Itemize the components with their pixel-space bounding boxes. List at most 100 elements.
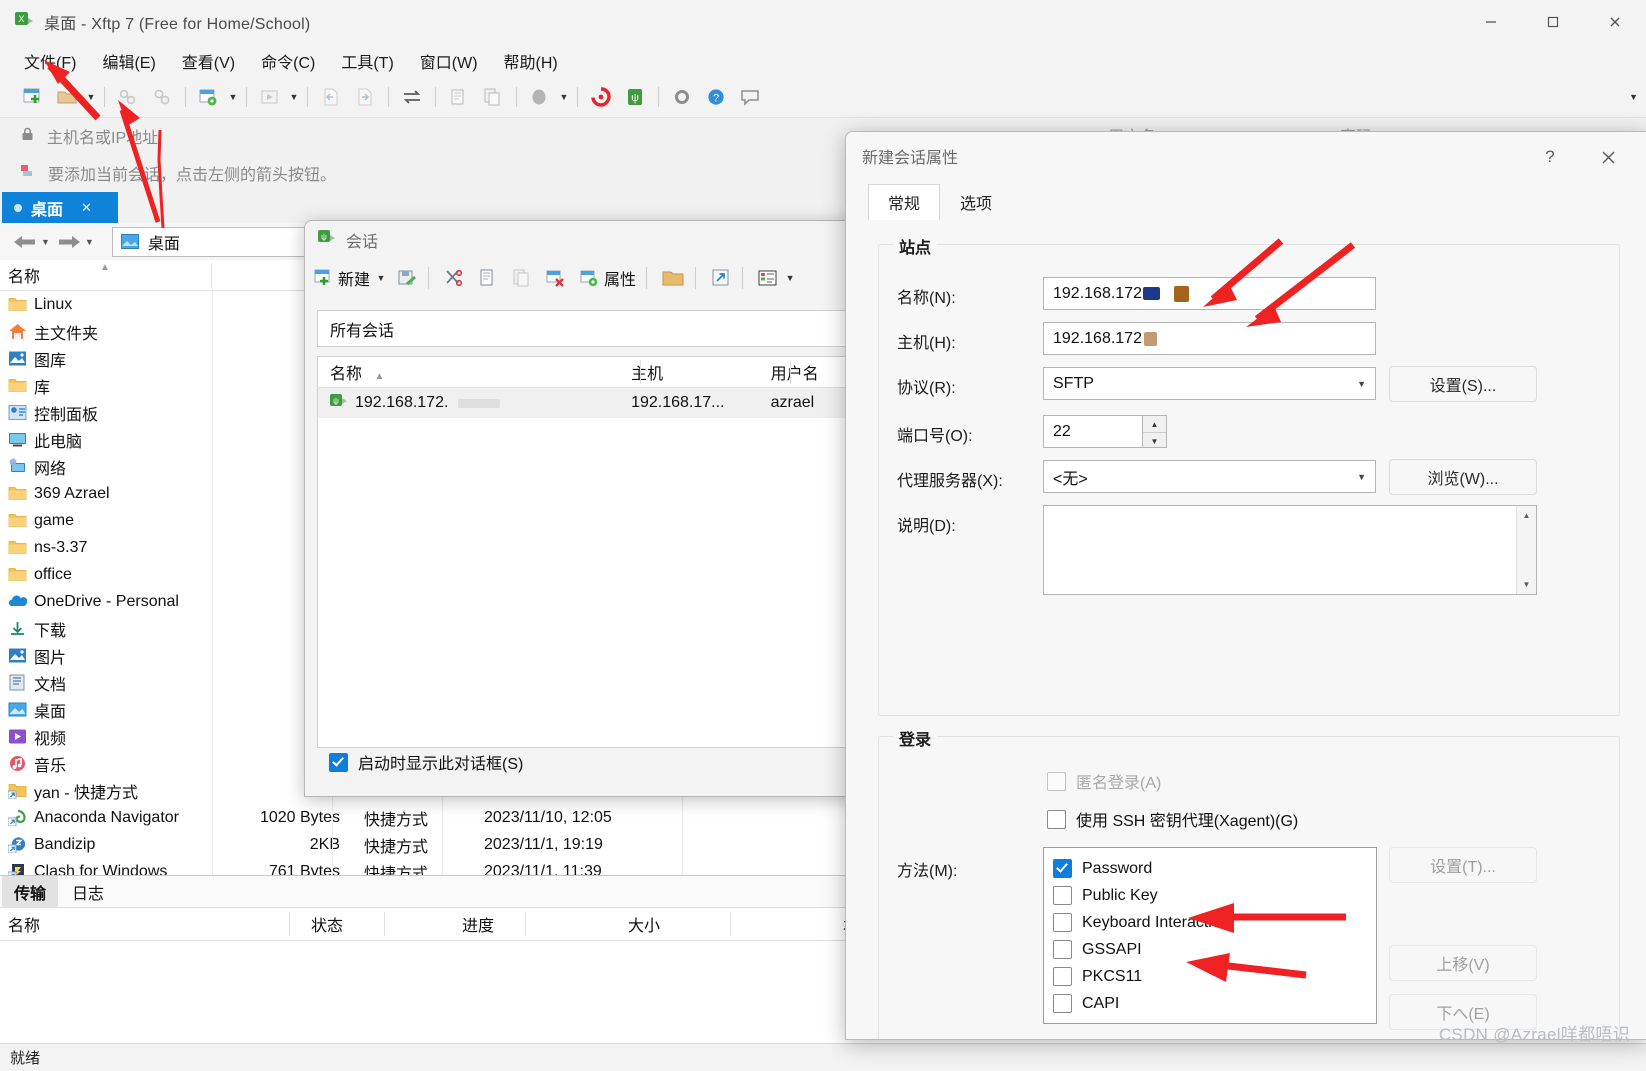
transfer-column-name[interactable]: 名称	[0, 912, 297, 936]
host-label: 主机(H):	[897, 335, 956, 352]
login-group-title: 登录	[893, 726, 938, 750]
copy-session-button[interactable]	[473, 263, 503, 293]
method-publickey-checkbox-icon[interactable]	[1053, 886, 1072, 905]
method-capi-checkbox-icon[interactable]	[1053, 994, 1072, 1013]
tab-desktop[interactable]: 桌面 ✕	[2, 192, 118, 223]
chevron-down-icon[interactable]: ▼	[1357, 379, 1366, 389]
name-input[interactable]: 192.168.172	[1043, 277, 1376, 310]
new-session-chevron-icon[interactable]: ▼	[374, 264, 388, 292]
transfer-column-progress[interactable]: 进度	[406, 912, 603, 936]
xagent-checkbox[interactable]: 使用 SSH 密钥代理(Xagent)(G)	[1047, 807, 1298, 831]
method-item-publickey[interactable]: Public Key	[1044, 882, 1376, 909]
method-pkcs11-checkbox-icon[interactable]	[1053, 967, 1072, 986]
forward-button[interactable]	[56, 233, 82, 251]
tab-transfer[interactable]: 传输	[2, 875, 59, 908]
transfer-column-status[interactable]: 状态	[297, 912, 406, 936]
tab-log[interactable]: 日志	[60, 876, 116, 908]
scroll-down-icon[interactable]: ▼	[1517, 575, 1536, 594]
tab-options[interactable]: 选项	[940, 184, 1012, 220]
session-column-user[interactable]: 用户名	[767, 360, 852, 384]
save-session-button[interactable]	[392, 263, 422, 293]
menu-file[interactable]: 文件(F)	[14, 46, 86, 76]
gear-icon[interactable]	[667, 83, 697, 111]
open-folder-chevron-icon[interactable]: ▼	[84, 83, 98, 111]
method-password-checkbox-icon[interactable]	[1053, 859, 1072, 878]
session-properties-button[interactable]: 属性	[575, 263, 640, 293]
proxy-browse-button[interactable]: 浏览(W)...	[1389, 459, 1537, 495]
method-item-capi[interactable]: CAPI	[1044, 990, 1376, 1017]
menu-view[interactable]: 查看(V)	[172, 46, 245, 76]
open-session-folder-button[interactable]	[657, 263, 689, 293]
sync-icon[interactable]	[397, 83, 427, 111]
new-session-button[interactable]: 新建	[309, 263, 374, 293]
protocol-settings-button[interactable]: 设置(S)...	[1389, 366, 1537, 402]
menu-tools[interactable]: 工具(T)	[331, 46, 403, 76]
scroll-up-icon[interactable]: ▲	[1517, 506, 1536, 525]
method-keyboard-interactive-checkbox-icon[interactable]	[1053, 913, 1072, 932]
mode-chevron-icon[interactable]: ▼	[557, 83, 571, 111]
delete-session-button[interactable]	[541, 263, 571, 293]
help-question-icon[interactable]: ?	[1533, 144, 1567, 170]
port-stepper[interactable]: ▲ ▼	[1143, 415, 1167, 448]
maximize-button[interactable]	[1522, 0, 1584, 44]
mode-circle-icon[interactable]	[525, 83, 555, 111]
window-controls	[1460, 0, 1646, 44]
properties-close-icon[interactable]	[1591, 143, 1625, 171]
xagent-box-icon[interactable]	[1047, 809, 1066, 829]
menu-window[interactable]: 窗口(W)	[410, 46, 488, 76]
auth-method-list[interactable]: Password Public Key Keyboard Interactive…	[1043, 847, 1377, 1024]
method-settings-button: 设置(T)...	[1389, 847, 1537, 883]
cut-session-button[interactable]	[439, 263, 469, 293]
file-row-name-text: Bandizip	[34, 835, 96, 853]
proxy-select[interactable]: <无> ▼	[1043, 460, 1376, 493]
method-item-keyboard-interactive[interactable]: Keyboard Interactive	[1044, 909, 1376, 936]
description-textarea[interactable]: ▲ ▼	[1043, 505, 1537, 595]
port-stepper-up-icon[interactable]: ▲	[1143, 416, 1166, 433]
port-stepper-down-icon[interactable]: ▼	[1143, 433, 1166, 449]
feedback-icon[interactable]	[735, 83, 765, 111]
host-input[interactable]: 192.168.172	[1043, 322, 1376, 355]
menu-edit[interactable]: 编辑(E)	[92, 46, 165, 76]
protocol-select[interactable]: SFTP ▼	[1043, 367, 1376, 400]
session-list-row[interactable]: ψ 192.168.172. 192.168.17... azrael	[318, 388, 852, 418]
session-column-host[interactable]: 主机	[621, 360, 767, 384]
menu-command[interactable]: 命令(C)	[251, 46, 325, 76]
tab-close-icon[interactable]: ✕	[81, 200, 92, 216]
minimize-button[interactable]	[1460, 0, 1522, 44]
file-row-name-text: ns-3.37	[34, 538, 88, 556]
session-settings-icon[interactable]	[194, 83, 224, 111]
xshell-icon[interactable]	[586, 83, 616, 111]
run-chevron-icon[interactable]: ▼	[287, 83, 301, 111]
run-icon	[255, 83, 285, 111]
forward-chevron-icon[interactable]: ▼	[85, 237, 94, 247]
site-group-title: 站点	[893, 234, 938, 258]
method-item-gssapi[interactable]: GSSAPI	[1044, 936, 1376, 963]
method-gssapi-checkbox-icon[interactable]	[1053, 940, 1072, 959]
help-icon[interactable]: ?	[701, 83, 731, 111]
close-button[interactable]	[1584, 0, 1646, 44]
toolbar-overflow-icon[interactable]: ▼	[1629, 92, 1638, 102]
method-item-pkcs11[interactable]: PKCS11	[1044, 963, 1376, 990]
description-scrollbar[interactable]: ▲ ▼	[1516, 506, 1536, 594]
view-mode-chevron-icon[interactable]: ▼	[783, 264, 797, 292]
new-session-icon[interactable]	[18, 83, 48, 111]
transfer-column-size[interactable]: 大小	[603, 912, 833, 936]
all-sessions-breadcrumb[interactable]: 所有会话	[317, 310, 853, 347]
view-mode-button[interactable]	[753, 263, 783, 293]
host-input-placeholder[interactable]: 主机名或IP地址	[47, 124, 158, 148]
chevron-down-icon[interactable]: ▼	[1357, 472, 1366, 482]
session-column-name[interactable]: 名称 ▲	[318, 360, 621, 384]
create-shortcut-button[interactable]	[706, 263, 736, 293]
tab-general[interactable]: 常规	[868, 184, 941, 220]
port-input[interactable]: 22	[1043, 415, 1143, 448]
sort-ascending-icon: ▲	[100, 262, 110, 273]
method-item-password[interactable]: Password	[1044, 855, 1376, 882]
back-button[interactable]	[12, 233, 38, 251]
open-folder-icon[interactable]	[52, 83, 82, 111]
menu-help[interactable]: 帮助(H)	[494, 46, 568, 76]
back-chevron-icon[interactable]: ▼	[41, 237, 50, 247]
show-dialog-on-startup-checkbox[interactable]: 启动时显示此对话框(S)	[329, 750, 523, 774]
session-settings-chevron-icon[interactable]: ▼	[226, 83, 240, 111]
show-dialog-on-startup-box-icon[interactable]	[329, 752, 348, 772]
xftp-icon[interactable]: ψ	[620, 83, 650, 111]
